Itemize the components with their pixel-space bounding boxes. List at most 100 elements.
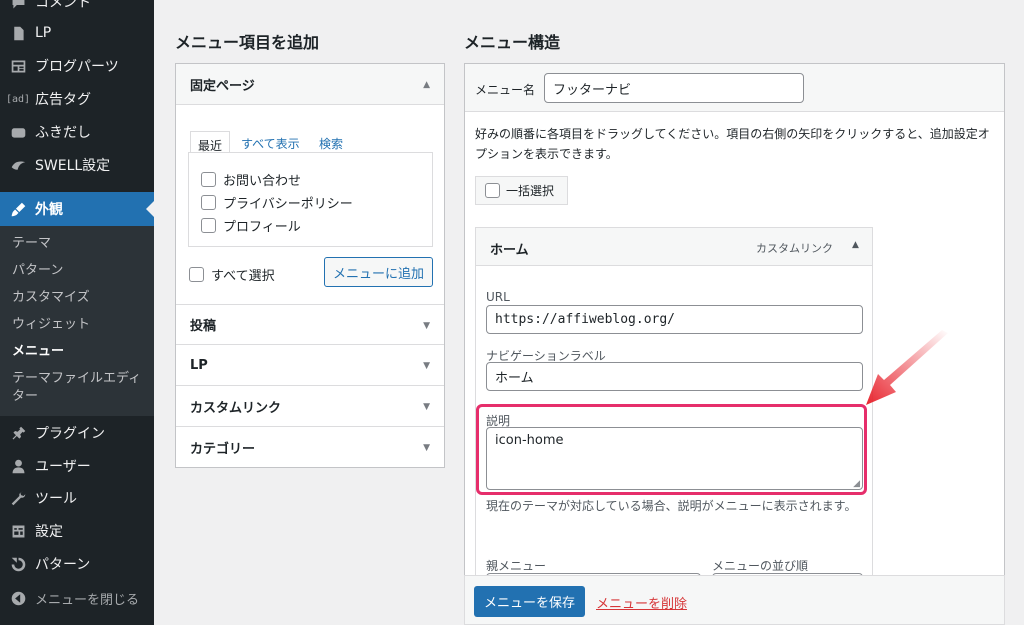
accordion-title: LP [190,357,208,373]
page-label: プライバシーポリシー [223,197,353,212]
menu-name-label: メニュー名 [475,83,536,97]
menu-item-type: カスタムリンク [756,242,833,255]
caret-up-icon: ▲ [423,80,430,90]
collapse-menu-button[interactable]: メニューを閉じる [0,582,154,614]
comment-icon [8,0,28,12]
select-all-checkbox[interactable] [189,267,204,282]
sidebar-item-label: コメント [35,0,91,11]
checkbox[interactable] [201,218,216,233]
url-label: URL [486,290,510,304]
add-to-menu-button[interactable]: メニューに追加 [324,257,433,287]
submenu-item-themes[interactable]: テーマ [12,235,150,253]
sidebar-item-tools[interactable]: ツール [0,482,154,514]
sidebar-item-blog-parts[interactable]: ブログパーツ [0,50,154,82]
page-label: プロフィール [223,220,301,235]
checkbox[interactable] [201,172,216,187]
menu-name-row: メニュー名 フッターナビ [465,64,1004,112]
highlight-frame [476,404,867,495]
menu-structure-panel: メニュー名 フッターナビ 好みの順番に各項目をドラッグしてください。項目の右側の… [464,63,1005,583]
checkbox[interactable] [201,195,216,210]
add-items-panel: 固定ページ ▲ 最近 すべて表示 検索 お問い合わせ プライバシーポリシー プロ… [175,63,445,468]
active-indicator [146,201,154,217]
nav-label-input[interactable]: ホーム [486,362,863,391]
sidebar-item-appearance[interactable]: 外観 [0,192,154,226]
caret-down-icon: ▼ [423,443,430,453]
caret-down-icon: ▼ [423,402,430,412]
sidebar-item-label: ユーザー [35,459,91,475]
plugin-icon [8,423,28,443]
menu-item-title: ホーム [490,243,529,258]
appearance-submenu: テーマ パターン カスタマイズ ウィジェット メニュー テーマファイルエディター [0,226,154,416]
admin-sidebar: コメント LP ブログパーツ [ad] 広告タグ ふきだし SWELL設定 外観… [0,0,154,625]
appearance-icon [8,199,28,219]
page-checkbox-row[interactable]: プロフィール [201,216,301,235]
pattern-icon [8,554,28,574]
sidebar-item-label: 設定 [35,524,63,540]
accordion-title: 投稿 [190,319,217,334]
select-all-row[interactable]: すべて選択 [189,265,275,284]
sidebar-item-label: SWELL設定 [35,158,111,174]
ad-icon: [ad] [5,93,31,105]
sidebar-item-label: ツール [35,491,77,507]
sidebar-item-ad-tag[interactable]: [ad] 広告タグ [0,83,154,115]
page-list-box: お問い合わせ プライバシーポリシー プロフィール [188,152,433,247]
speech-bubble-icon [8,122,28,142]
select-all-label: すべて選択 [211,269,275,284]
sidebar-item-label: プラグイン [35,426,105,442]
sidebar-item-label: パターン [35,557,91,573]
accordion-lp[interactable]: LP ▼ [176,345,444,386]
menu-name-input[interactable]: フッターナビ [544,73,804,103]
url-input[interactable]: https://affiweblog.org/ [486,305,863,334]
caret-up-icon[interactable]: ▲ [852,240,859,250]
sidebar-item-swell-settings[interactable]: SWELL設定 [0,149,154,181]
sidebar-item-speech-bubble[interactable]: ふきだし [0,116,154,148]
blog-parts-icon [8,56,28,76]
menu-order-label: メニューの並び順 [712,559,809,573]
page-checkbox-row[interactable]: お問い合わせ [201,170,301,189]
accordion-title: カテゴリー [190,442,256,457]
submenu-item-widgets[interactable]: ウィジェット [12,316,150,334]
sidebar-item-comments[interactable]: コメント [0,0,154,18]
description-note: 現在のテーマが対応している場合、説明がメニューに表示されます。 [486,499,857,513]
bulk-select-checkbox[interactable] [485,183,500,198]
delete-menu-link[interactable]: メニューを削除 [596,593,687,612]
accordion-posts[interactable]: 投稿 ▼ [176,304,444,345]
user-icon [8,456,28,476]
red-arrow-icon [866,330,948,405]
tab-view-all[interactable]: すべて表示 [241,135,300,152]
sidebar-item-label: メニューを閉じる [35,592,140,608]
sidebar-item-label: ふきだし [35,125,91,141]
accordion-fixed-page[interactable]: 固定ページ ▲ [176,64,444,105]
accordion-category[interactable]: カテゴリー ▼ [176,427,444,468]
sidebar-item-users[interactable]: ユーザー [0,450,154,482]
sidebar-item-lp[interactable]: LP [0,17,154,49]
sidebar-item-label: 外観 [35,202,63,218]
swell-icon [8,155,28,175]
accordion-custom-link[interactable]: カスタムリンク ▼ [176,386,444,427]
drag-instructions: 好みの順番に各項目をドラッグしてください。項目の右側の矢印をクリックすると、追加… [475,127,990,161]
sidebar-item-settings[interactable]: 設定 [0,515,154,547]
sidebar-item-label: ブログパーツ [35,59,119,75]
page-checkbox-row[interactable]: プライバシーポリシー [201,193,353,212]
menu-item-handle[interactable]: ホーム カスタムリンク ▲ [476,228,872,266]
sidebar-item-patterns[interactable]: パターン [0,548,154,580]
accordion-title: 固定ページ [190,78,255,94]
submenu-item-customize[interactable]: カスタマイズ [12,289,150,307]
settings-icon [8,521,28,541]
tab-search[interactable]: 検索 [319,135,343,152]
add-items-heading: メニュー項目を追加 [175,33,320,52]
submenu-item-patterns[interactable]: パターン [12,262,150,280]
submenu-item-theme-file-editor[interactable]: テーマファイルエディター [12,370,150,406]
caret-down-icon: ▼ [423,321,430,331]
menu-structure-heading: メニュー構造 [464,33,561,52]
page-icon [8,23,28,43]
sidebar-item-label: 広告タグ [35,92,91,108]
bulk-select-label: 一括選択 [506,184,555,198]
tools-icon [8,488,28,508]
parent-menu-label: 親メニュー [486,559,547,573]
save-menu-button[interactable]: メニューを保存 [474,586,585,617]
bulk-select-toggle[interactable]: 一括選択 [475,176,568,205]
submenu-item-menus[interactable]: メニュー [12,343,150,361]
caret-down-icon: ▼ [423,361,430,371]
sidebar-item-plugins[interactable]: プラグイン [0,417,154,449]
